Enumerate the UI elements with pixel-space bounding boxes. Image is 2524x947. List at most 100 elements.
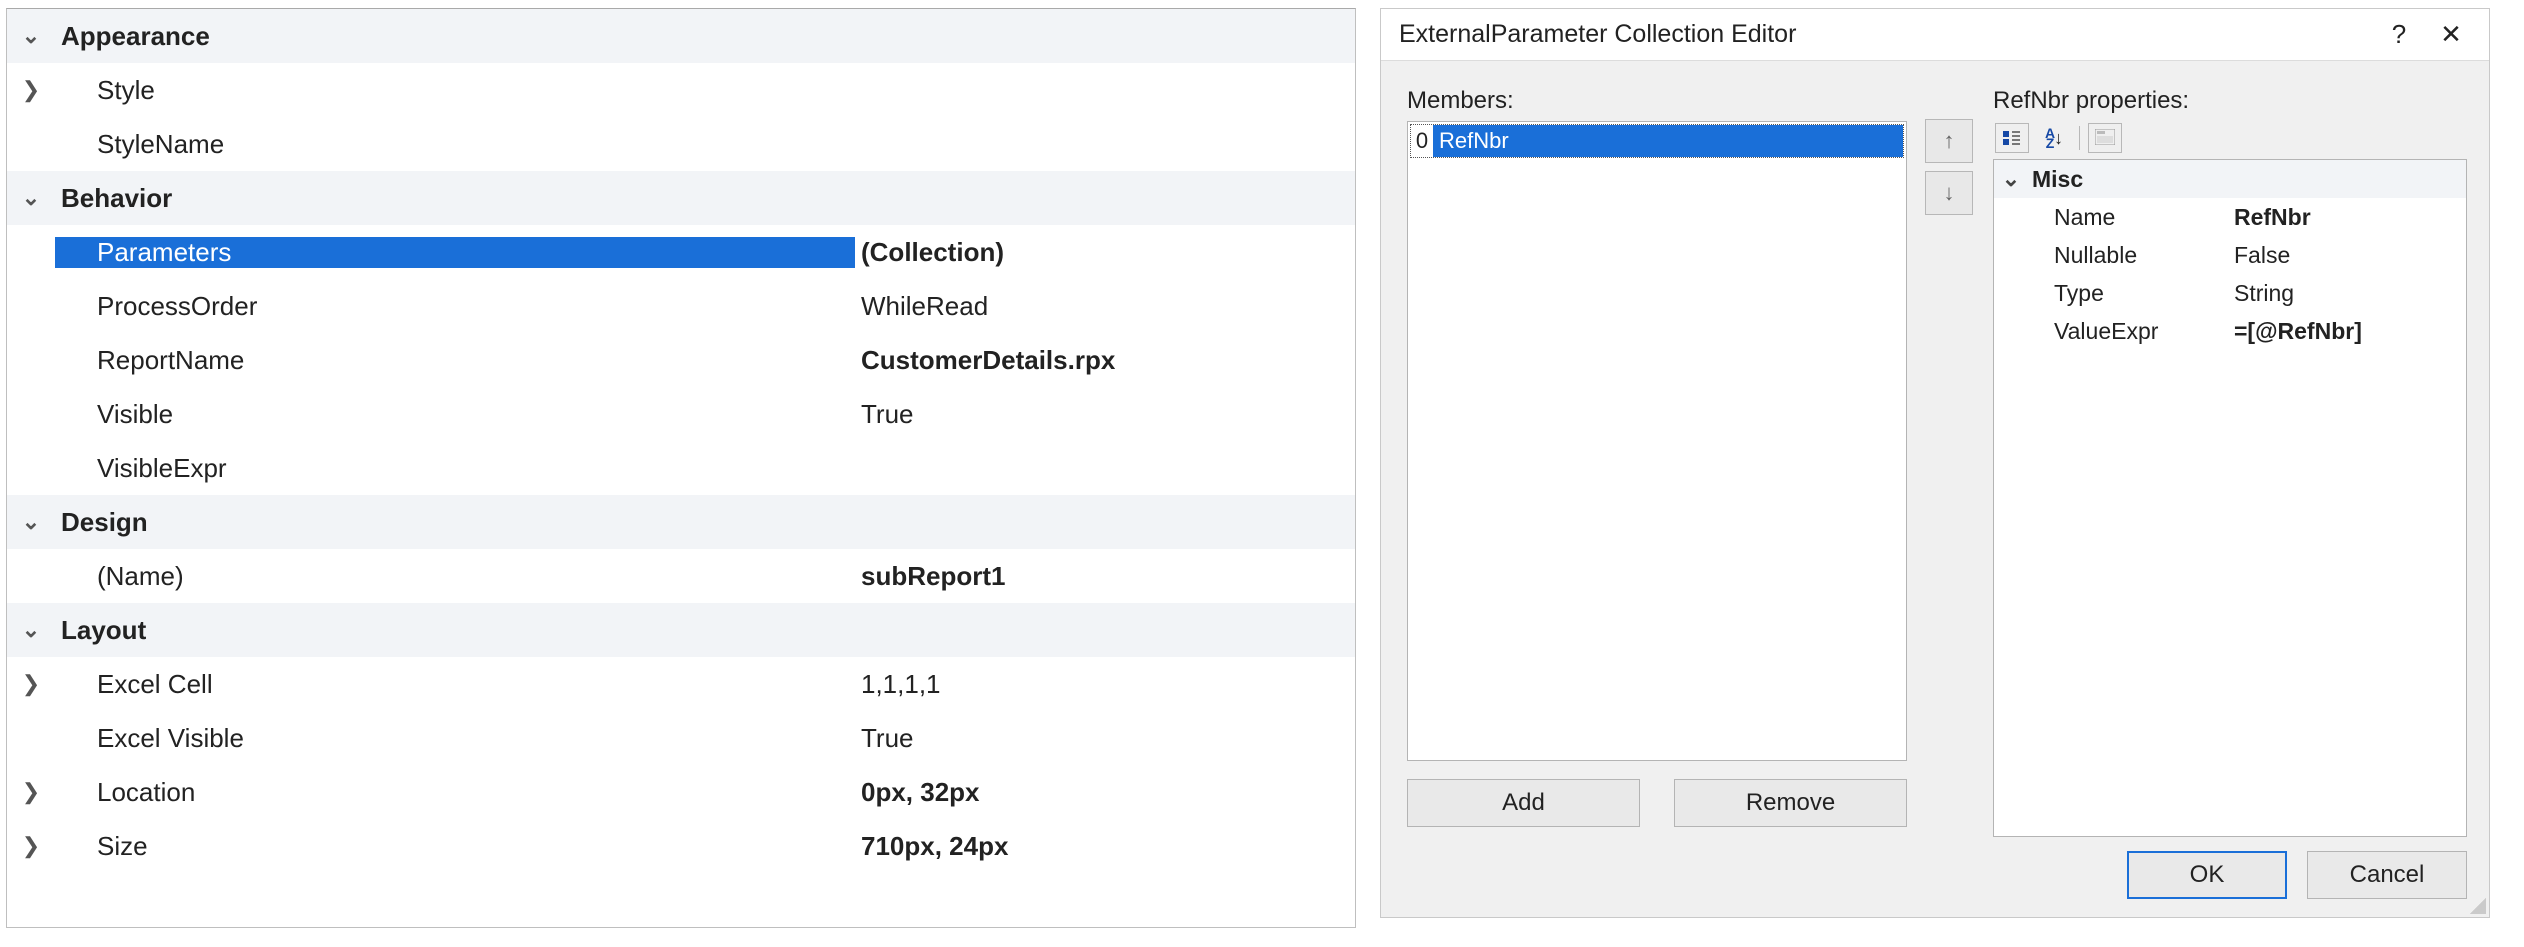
category-layout[interactable]: Layout	[7, 603, 1355, 657]
prop-row-reportname[interactable]: ReportName CustomerDetails.rpx	[7, 333, 1355, 387]
prop-value[interactable]: 710px, 24px	[855, 831, 1355, 862]
dialog-titlebar[interactable]: ExternalParameter Collection Editor ? ✕	[1381, 9, 2489, 61]
prop-value[interactable]: (Collection)	[855, 237, 1355, 268]
propgrid-toolbar: AZ↓	[1993, 121, 2467, 159]
prop-row-visibleexpr[interactable]: VisibleExpr	[7, 441, 1355, 495]
prop-key: Location	[55, 777, 855, 808]
prop-value[interactable]: RefNbr	[2228, 204, 2466, 231]
prop-value[interactable]: True	[855, 399, 1355, 430]
chevron-down-icon	[22, 25, 40, 47]
prop-row-size[interactable]: Size 710px, 24px	[7, 819, 1355, 873]
category-design[interactable]: Design	[7, 495, 1355, 549]
prop-row-processorder[interactable]: ProcessOrder WhileRead	[7, 279, 1355, 333]
chevron-down-icon	[22, 619, 40, 641]
prop-row-valueexpr[interactable]: ValueExpr =[@RefNbr]	[1994, 312, 2466, 350]
member-property-grid[interactable]: Misc Name RefNbr Nullable False	[1993, 159, 2467, 837]
arrow-down-icon: ↓	[1944, 180, 1955, 206]
help-button[interactable]: ?	[2373, 15, 2425, 55]
members-listbox[interactable]: 0 RefNbr	[1407, 121, 1907, 761]
category-appearance[interactable]: Appearance	[7, 9, 1355, 63]
prop-row-location[interactable]: Location 0px, 32px	[7, 765, 1355, 819]
ok-button[interactable]: OK	[2127, 851, 2287, 899]
prop-key: VisibleExpr	[55, 453, 855, 484]
prop-row-name[interactable]: Name RefNbr	[1994, 198, 2466, 236]
prop-value[interactable]: CustomerDetails.rpx	[855, 345, 1355, 376]
prop-value[interactable]: True	[855, 723, 1355, 754]
prop-row-excelvisible[interactable]: Excel Visible True	[7, 711, 1355, 765]
category-label: Misc	[2028, 166, 2228, 193]
prop-row-stylename[interactable]: StyleName	[7, 117, 1355, 171]
chevron-right-icon	[22, 835, 40, 857]
move-down-button[interactable]: ↓	[1925, 171, 1973, 215]
prop-key: Size	[55, 831, 855, 862]
prop-key: ValueExpr	[2028, 318, 2228, 345]
prop-row-type[interactable]: Type String	[1994, 274, 2466, 312]
prop-key: Visible	[55, 399, 855, 430]
chevron-right-icon	[22, 673, 40, 695]
chevron-down-icon	[22, 511, 40, 533]
remove-button[interactable]: Remove	[1674, 779, 1907, 827]
prop-key: Parameters	[55, 237, 855, 268]
prop-row-parameters[interactable]: Parameters (Collection)	[7, 225, 1355, 279]
property-grid[interactable]: Appearance Style StyleName Behavior Para…	[6, 8, 1356, 928]
prop-key: Type	[2028, 280, 2228, 307]
prop-value[interactable]: False	[2228, 242, 2466, 269]
cancel-button[interactable]: Cancel	[2307, 851, 2467, 899]
property-pages-button[interactable]	[2088, 123, 2122, 153]
category-label: Behavior	[55, 183, 855, 214]
prop-key: Nullable	[2028, 242, 2228, 269]
prop-value[interactable]: 1,1,1,1	[855, 669, 1355, 700]
properties-label: RefNbr properties:	[1993, 87, 2467, 115]
member-name: RefNbr	[1433, 125, 1903, 157]
prop-key: (Name)	[55, 561, 855, 592]
add-button-label: Add	[1502, 789, 1545, 817]
prop-key: ReportName	[55, 345, 855, 376]
category-label: Appearance	[55, 21, 855, 52]
resize-grip-icon[interactable]	[2470, 898, 2486, 914]
dialog-title: ExternalParameter Collection Editor	[1399, 20, 2373, 49]
member-item[interactable]: 0 RefNbr	[1410, 124, 1904, 158]
ok-button-label: OK	[2190, 861, 2225, 889]
members-label: Members:	[1407, 87, 1907, 115]
chevron-down-icon	[2002, 168, 2020, 190]
categorized-view-button[interactable]	[1995, 123, 2029, 153]
prop-value[interactable]: =[@RefNbr]	[2228, 318, 2466, 345]
remove-button-label: Remove	[1746, 789, 1835, 817]
prop-row-name[interactable]: (Name) subReport1	[7, 549, 1355, 603]
arrow-up-icon: ↑	[1944, 128, 1955, 154]
cancel-button-label: Cancel	[2350, 861, 2425, 889]
property-pages-icon	[2095, 124, 2115, 152]
prop-key: StyleName	[55, 129, 855, 160]
add-button[interactable]: Add	[1407, 779, 1640, 827]
chevron-right-icon	[22, 79, 40, 101]
close-icon: ✕	[2440, 19, 2462, 50]
chevron-down-icon	[22, 187, 40, 209]
move-up-button[interactable]: ↑	[1925, 119, 1973, 163]
chevron-right-icon	[22, 781, 40, 803]
prop-key: Style	[55, 75, 855, 106]
prop-value[interactable]: String	[2228, 280, 2466, 307]
category-misc[interactable]: Misc	[1994, 160, 2466, 198]
collection-editor-dialog: ExternalParameter Collection Editor ? ✕ …	[1380, 8, 2490, 918]
prop-row-nullable[interactable]: Nullable False	[1994, 236, 2466, 274]
prop-key: Name	[2028, 204, 2228, 231]
prop-key: Excel Cell	[55, 669, 855, 700]
prop-value[interactable]: subReport1	[855, 561, 1355, 592]
close-button[interactable]: ✕	[2425, 15, 2477, 55]
prop-value[interactable]: WhileRead	[855, 291, 1355, 322]
prop-row-visible[interactable]: Visible True	[7, 387, 1355, 441]
prop-key: ProcessOrder	[55, 291, 855, 322]
member-index: 0	[1411, 128, 1433, 154]
toolbar-separator	[2079, 126, 2080, 150]
category-behavior[interactable]: Behavior	[7, 171, 1355, 225]
sort-az-icon: AZ	[2045, 126, 2054, 150]
categorized-icon	[2003, 130, 2021, 146]
alphabetical-view-button[interactable]: AZ↓	[2037, 123, 2071, 153]
prop-row-style[interactable]: Style	[7, 63, 1355, 117]
category-label: Design	[55, 507, 855, 538]
prop-value[interactable]: 0px, 32px	[855, 777, 1355, 808]
prop-key: Excel Visible	[55, 723, 855, 754]
prop-row-excelcell[interactable]: Excel Cell 1,1,1,1	[7, 657, 1355, 711]
category-label: Layout	[55, 615, 855, 646]
dialog-footer: OK Cancel	[1381, 847, 2489, 917]
